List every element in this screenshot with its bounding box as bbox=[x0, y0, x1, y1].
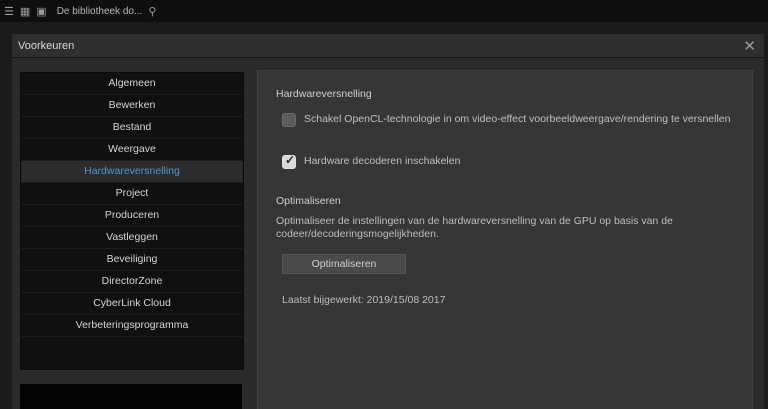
sidebar-item-vastleggen[interactable]: Vastleggen bbox=[21, 227, 243, 249]
hw-section-title: Hardwareversnelling bbox=[276, 88, 372, 100]
last-optimized-text: Laatst bijgewerkt: 2019/15/08 2017 bbox=[282, 294, 446, 306]
app-toolbar: ☰ ▦ ▣ De bibliotheek do... ⚲ bbox=[0, 0, 768, 22]
library-breadcrumb[interactable]: De bibliotheek do... bbox=[57, 6, 143, 17]
preferences-sidebar: Algemeen Bewerken Bestand Weergave Hardw… bbox=[20, 72, 244, 370]
checkmark-icon: ✓ bbox=[285, 153, 296, 167]
sidebar-item-weergave[interactable]: Weergave bbox=[21, 139, 243, 161]
hw-decode-option: ✓ Hardware decoderen inschakelen bbox=[282, 153, 461, 169]
sidebar-item-algemeen[interactable]: Algemeen bbox=[21, 73, 243, 95]
sidebar-item-project[interactable]: Project bbox=[21, 183, 243, 205]
opencl-checkbox[interactable] bbox=[282, 113, 296, 127]
close-icon[interactable]: ✕ bbox=[743, 37, 756, 55]
sidebar-item-beveiliging[interactable]: Beveiliging bbox=[21, 249, 243, 271]
settings-panel: Hardwareversnelling Schakel OpenCL-techn… bbox=[257, 70, 753, 409]
optimize-button[interactable]: Optimaliseren bbox=[282, 254, 406, 274]
dialog-title: Voorkeuren bbox=[18, 39, 75, 52]
hw-decode-label: Hardware decoderen inschakelen bbox=[304, 155, 461, 167]
opencl-label: Schakel OpenCL-technologie in om video-e… bbox=[304, 113, 731, 125]
library-icon[interactable]: ▣ bbox=[36, 5, 46, 18]
sidebar-item-hardwareversnelling[interactable]: Hardwareversnelling bbox=[21, 161, 243, 183]
opencl-option: Schakel OpenCL-technologie in om video-e… bbox=[282, 113, 742, 127]
opt-section-title: Optimaliseren bbox=[276, 195, 341, 207]
hw-decode-checkbox[interactable]: ✓ bbox=[282, 153, 296, 169]
sidebar-item-bewerken[interactable]: Bewerken bbox=[21, 95, 243, 117]
sidebar-item-bestand[interactable]: Bestand bbox=[21, 117, 243, 139]
sidebar-item-cyberlink-cloud[interactable]: CyberLink Cloud bbox=[21, 293, 243, 315]
search-icon[interactable]: ⚲ bbox=[148, 5, 156, 18]
opt-description: Optimaliseer de instellingen van de hard… bbox=[276, 215, 673, 240]
sidebar-item-directorzone[interactable]: DirectorZone bbox=[21, 271, 243, 293]
dialog-titlebar: Voorkeuren ✕ bbox=[12, 34, 764, 58]
preview-thumbnail bbox=[20, 384, 242, 409]
menu-icon[interactable]: ☰ bbox=[4, 5, 14, 18]
sidebar-item-verbeteringsprogramma[interactable]: Verbeteringsprogramma bbox=[21, 315, 243, 337]
sidebar-item-produceren[interactable]: Produceren bbox=[21, 205, 243, 227]
grid-icon[interactable]: ▦ bbox=[20, 5, 30, 18]
